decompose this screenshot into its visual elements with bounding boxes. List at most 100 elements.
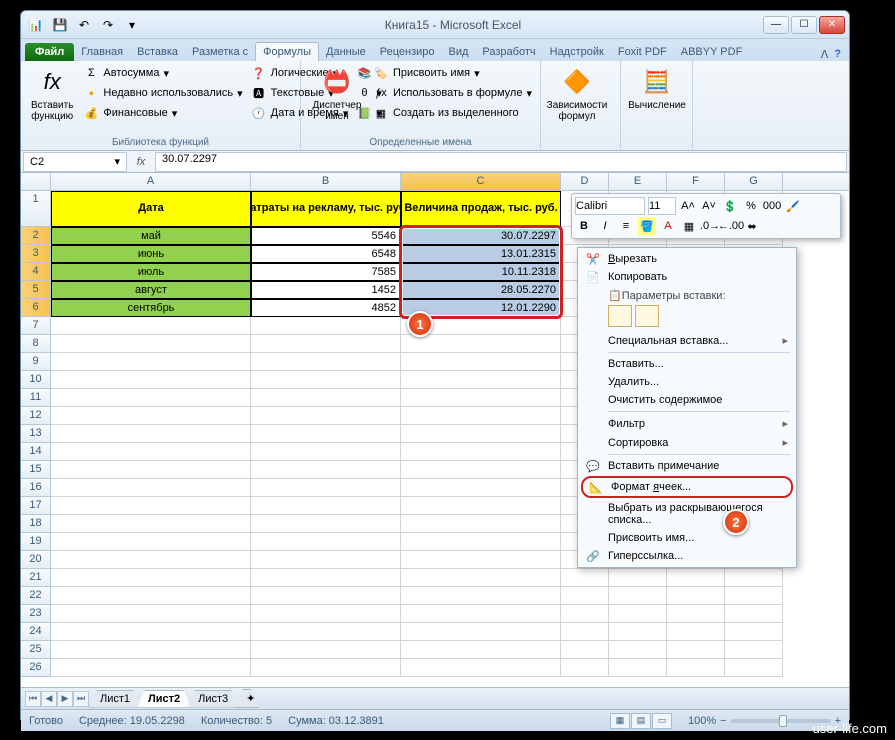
cell[interactable] <box>251 497 401 515</box>
cell[interactable] <box>401 389 561 407</box>
minimize-button[interactable]: — <box>763 16 789 34</box>
cell[interactable] <box>51 317 251 335</box>
create-from-selection-button[interactable]: ▦Создать из выделенного <box>371 104 534 122</box>
undo-button[interactable]: ↶ <box>73 15 95 35</box>
cell[interactable] <box>51 443 251 461</box>
cell[interactable] <box>667 641 725 659</box>
cell[interactable] <box>51 425 251 443</box>
cell[interactable] <box>401 353 561 371</box>
cell[interactable] <box>609 605 667 623</box>
row-header[interactable]: 2 <box>21 227 51 245</box>
cell[interactable]: 13.01.2315 <box>401 245 561 263</box>
bold-icon[interactable]: B <box>575 217 593 235</box>
cell[interactable] <box>51 659 251 677</box>
cell[interactable]: 5546 <box>251 227 401 245</box>
row-header[interactable]: 14 <box>21 443 51 461</box>
cell[interactable] <box>725 641 783 659</box>
cell[interactable]: сентябрь <box>51 299 251 317</box>
sheet-tab[interactable]: Лист2 <box>137 690 191 708</box>
insert-function-button[interactable]: fx Вставить функцию <box>27 64 77 124</box>
row-header[interactable]: 10 <box>21 371 51 389</box>
cell[interactable] <box>401 479 561 497</box>
file-tab[interactable]: Файл <box>25 43 74 61</box>
tab-formulas[interactable]: Формулы <box>255 42 319 61</box>
row-header[interactable]: 12 <box>21 407 51 425</box>
row-header[interactable]: 21 <box>21 569 51 587</box>
menu-dropdown-list[interactable]: Выбрать из раскрывающегося списка... <box>580 499 794 529</box>
col-header[interactable]: D <box>561 173 609 190</box>
cell[interactable] <box>401 605 561 623</box>
paste-option-1[interactable] <box>608 305 632 327</box>
cell[interactable] <box>725 605 783 623</box>
maximize-button[interactable]: ☐ <box>791 16 817 34</box>
tab-foxit[interactable]: Foxit PDF <box>611 43 674 61</box>
cell[interactable] <box>51 587 251 605</box>
cell[interactable] <box>51 569 251 587</box>
cell[interactable] <box>251 641 401 659</box>
cell[interactable] <box>401 425 561 443</box>
cell[interactable] <box>251 569 401 587</box>
comma-icon[interactable]: 000 <box>763 197 781 215</box>
cell[interactable] <box>401 587 561 605</box>
cell[interactable] <box>609 641 667 659</box>
cell[interactable] <box>401 515 561 533</box>
percent-icon[interactable]: % <box>742 197 760 215</box>
cell[interactable]: 7585 <box>251 263 401 281</box>
menu-filter[interactable]: Фильтр▸ <box>580 414 794 433</box>
row-header[interactable]: 15 <box>21 461 51 479</box>
cell[interactable]: 1452 <box>251 281 401 299</box>
ribbon-minimize-icon[interactable]: ᐱ <box>821 48 829 61</box>
row-header[interactable]: 8 <box>21 335 51 353</box>
row-header[interactable]: 11 <box>21 389 51 407</box>
cell[interactable]: 6548 <box>251 245 401 263</box>
cell[interactable] <box>251 551 401 569</box>
cell[interactable] <box>725 623 783 641</box>
tab-addins[interactable]: Надстройк <box>543 43 611 61</box>
view-pagebreak-icon[interactable]: ▭ <box>652 713 672 729</box>
cell[interactable] <box>251 605 401 623</box>
cell[interactable] <box>251 479 401 497</box>
menu-insert[interactable]: Вставить... <box>580 355 794 373</box>
recently-used-button[interactable]: 🔸Недавно использовались ▾ <box>81 84 244 102</box>
cell[interactable] <box>251 335 401 353</box>
cell[interactable] <box>401 443 561 461</box>
format-painter-icon[interactable]: 🖌️ <box>784 197 802 215</box>
cell[interactable] <box>401 641 561 659</box>
cell[interactable] <box>251 407 401 425</box>
menu-sort[interactable]: Сортировка▸ <box>580 433 794 452</box>
cell[interactable] <box>725 659 783 677</box>
row-header[interactable]: 9 <box>21 353 51 371</box>
cell[interactable]: Дата <box>51 191 251 227</box>
font-color-icon[interactable]: A <box>659 217 677 235</box>
cell[interactable] <box>251 659 401 677</box>
cell[interactable] <box>561 641 609 659</box>
cell[interactable] <box>51 371 251 389</box>
font-name-input[interactable] <box>575 197 645 215</box>
cell[interactable] <box>401 569 561 587</box>
cell[interactable]: 30.07.2297 <box>401 227 561 245</box>
cell[interactable]: 10.11.2318 <box>401 263 561 281</box>
cell[interactable] <box>725 587 783 605</box>
shrink-font-icon[interactable]: A˅ <box>700 197 718 215</box>
row-header[interactable]: 25 <box>21 641 51 659</box>
zoom-out-button[interactable]: − <box>720 715 726 727</box>
cell[interactable] <box>667 623 725 641</box>
cell[interactable] <box>51 551 251 569</box>
row-header[interactable]: 4 <box>21 263 51 281</box>
col-header[interactable]: C <box>401 173 561 190</box>
cell[interactable] <box>401 533 561 551</box>
cell[interactable] <box>51 533 251 551</box>
formula-bar[interactable]: 30.07.2297 <box>155 152 847 172</box>
row-header[interactable]: 24 <box>21 623 51 641</box>
cell[interactable] <box>667 587 725 605</box>
paste-option-2[interactable] <box>635 305 659 327</box>
cell[interactable] <box>51 515 251 533</box>
cell[interactable] <box>51 389 251 407</box>
sheet-nav-prev[interactable]: ◀ <box>41 691 57 707</box>
cell[interactable] <box>401 371 561 389</box>
row-header[interactable]: 6 <box>21 299 51 317</box>
row-header[interactable]: 17 <box>21 497 51 515</box>
view-pagelayout-icon[interactable]: ▤ <box>631 713 651 729</box>
cell[interactable]: 4852 <box>251 299 401 317</box>
cell[interactable] <box>51 641 251 659</box>
